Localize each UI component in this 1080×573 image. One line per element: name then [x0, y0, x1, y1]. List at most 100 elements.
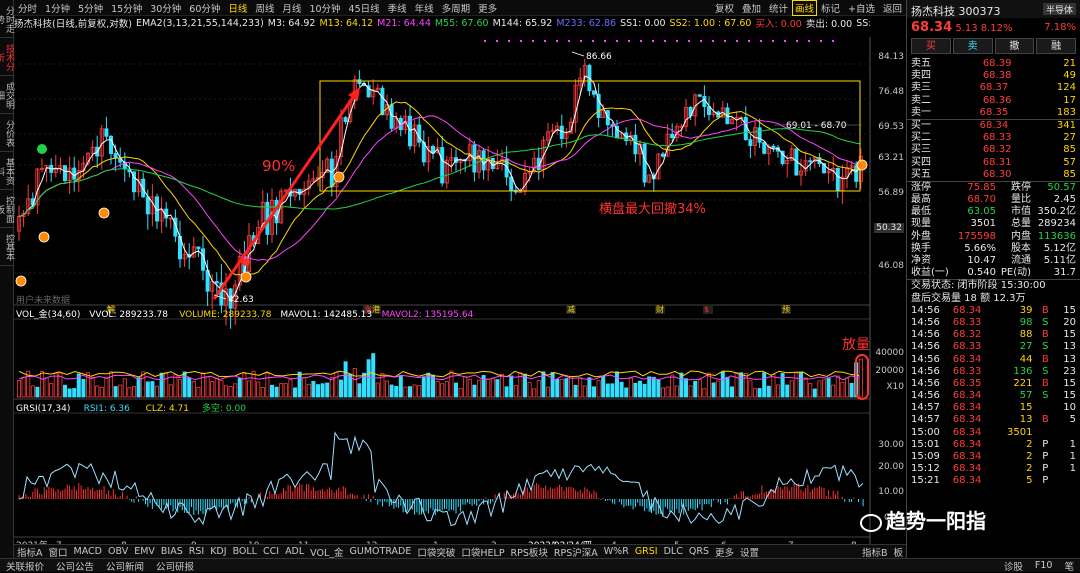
m55-value: M55: 67.60 [434, 17, 489, 29]
candle-body [642, 143, 647, 183]
tick-volume: 3501 [1007, 426, 1033, 438]
indicator-right-tab-0[interactable]: 指标B [859, 545, 891, 559]
indicator-tab-5[interactable]: BIAS [158, 546, 186, 557]
ask-row[interactable]: 卖一 68.35 183 [907, 107, 1080, 119]
indicator-tab-11[interactable]: VOL_金 [307, 545, 346, 559]
left-tab-1[interactable]: 技术分析 [0, 38, 14, 76]
indicator-tab-19[interactable]: DLC [661, 546, 686, 557]
status-right-2[interactable]: 笔 [1058, 559, 1080, 573]
volume-bar [182, 371, 187, 398]
price-tick: 84.13 [878, 52, 904, 62]
status-link-0[interactable]: 关联报价 [0, 559, 50, 573]
ask-row[interactable]: 卖五 68.39 21 [907, 58, 1080, 70]
toolbar-1[interactable]: 叠加 [738, 1, 765, 15]
stat-label: 现量 [911, 218, 931, 230]
volume-bar [817, 380, 822, 398]
status-link-3[interactable]: 公司研报 [150, 559, 200, 573]
book-volume: 85 [1063, 144, 1076, 156]
indicator-tab-12[interactable]: GUMOTRADE [347, 546, 415, 557]
ask-row[interactable]: 卖三 68.37 124 [907, 82, 1080, 94]
indicator-tab-1[interactable]: 窗口 [46, 545, 71, 559]
indicator-tab-21[interactable]: 更多 [712, 545, 737, 559]
indicator-tab-0[interactable]: 指标A [14, 545, 46, 559]
status-link-1[interactable]: 公司公告 [50, 559, 100, 573]
indicator-tab-8[interactable]: BOLL [230, 546, 260, 557]
bid-row[interactable]: 买二 68.33 27 [907, 132, 1080, 144]
volume-bar [150, 381, 155, 398]
left-tab-4[interactable]: 基本资料 [0, 152, 14, 190]
period-11[interactable]: 季线 [384, 1, 411, 15]
period-5[interactable]: 60分钟 [185, 1, 224, 15]
bid-row[interactable]: 买五 68.30 85 [907, 169, 1080, 181]
book-label: 买四 [911, 156, 931, 168]
indicator-tab-9[interactable]: CCI [260, 546, 282, 557]
left-tab-0[interactable]: 分时走势 [0, 0, 14, 38]
bid-row[interactable]: 买三 68.32 85 [907, 144, 1080, 156]
indicator-tab-7[interactable]: KDJ [207, 546, 229, 557]
indicator-tab-20[interactable]: QRS [686, 546, 712, 557]
ask-row[interactable]: 卖四 68.38 49 [907, 70, 1080, 82]
indicator-tab-16[interactable]: RPS沪深A [551, 545, 601, 559]
volume-bar [210, 381, 215, 398]
indicator-tab-6[interactable]: RSI [186, 546, 207, 557]
period-6[interactable]: 日线 [224, 1, 251, 15]
grsi-tick: 20.00 [878, 462, 904, 472]
indicator-tab-18[interactable]: GRSI [632, 546, 661, 557]
toolbar-3[interactable]: 画线 [791, 0, 817, 16]
period-7[interactable]: 周线 [251, 1, 278, 15]
period-8[interactable]: 月线 [278, 1, 305, 15]
toolbar-5[interactable]: +自选 [844, 1, 879, 15]
indicator-tab-13[interactable]: 口袋突破 [414, 545, 458, 559]
indicator-tab-17[interactable]: W%R [601, 546, 632, 557]
top-marker [688, 40, 690, 42]
status-right-1[interactable]: F10 [1029, 560, 1059, 571]
trade-status: 交易状态: 闭市阶段 15:30:00 [911, 280, 1046, 292]
left-tab-5[interactable]: 控制面板 [0, 190, 14, 228]
sector-tag[interactable]: 半导体 [1042, 3, 1076, 16]
left-tab-6[interactable]: 控基本 [0, 228, 14, 266]
indicator-tabs: 指标A 窗口 MACD OBV EMV BIAS RSI KDJ BOLL CCI ADL VOL_金… [14, 544, 906, 558]
left-tab-2[interactable]: 成交明细 [0, 76, 14, 114]
period-2[interactable]: 5分钟 [74, 1, 107, 15]
period-14[interactable]: 更多 [474, 1, 501, 15]
indicator-tab-10[interactable]: ADL [282, 546, 307, 557]
status-right-0[interactable]: 诊股 [998, 559, 1029, 573]
range-label: 69.01 - 68.70 [786, 121, 847, 131]
period-12[interactable]: 年线 [411, 1, 438, 15]
toolbar-4[interactable]: 标记 [817, 1, 844, 15]
sell-button[interactable]: 卖 [952, 38, 993, 54]
status-link-2[interactable]: 公司新闻 [100, 559, 150, 573]
volume-bar [619, 381, 624, 398]
bid-row[interactable]: 买一 68.34 341 [907, 120, 1080, 132]
period-4[interactable]: 30分钟 [146, 1, 185, 15]
toolbar-2[interactable]: 统计 [765, 1, 792, 15]
period-3[interactable]: 15分钟 [107, 1, 146, 15]
bid-row[interactable]: 买四 68.31 57 [907, 157, 1080, 169]
toolbar-0[interactable]: 复权 [711, 1, 738, 15]
indicator-tab-15[interactable]: RPS板块 [508, 545, 551, 559]
indicator-tab-22[interactable]: 设置 [737, 545, 762, 559]
period-1[interactable]: 1分钟 [41, 1, 74, 15]
ask-row[interactable]: 卖二 68.36 17 [907, 95, 1080, 107]
buy-button[interactable]: 买 [911, 38, 951, 54]
kline-chart[interactable]: 2021年789101112123456782022/02/24/四 90%横盘… [14, 30, 906, 558]
top-marker [496, 40, 498, 42]
left-tab-3[interactable]: 分价表 [0, 114, 14, 152]
volume-bar [127, 387, 132, 398]
period-13[interactable]: 多周期 [438, 1, 475, 15]
cancel-button[interactable]: 撤 [994, 38, 1035, 54]
toolbar-6[interactable]: 返回 [879, 1, 906, 15]
period-0[interactable]: 分时 [14, 1, 41, 15]
volume-bar [187, 377, 192, 398]
period-9[interactable]: 10分钟 [305, 1, 344, 15]
book-label: 卖四 [911, 70, 931, 82]
indicator-tab-14[interactable]: 口袋HELP [458, 545, 507, 559]
indicator-tab-2[interactable]: MACD [71, 546, 105, 557]
indicator-tab-4[interactable]: EMV [131, 546, 158, 557]
stat-label: 净资 [911, 255, 931, 266]
period-10[interactable]: 45日线 [345, 1, 384, 15]
indicator-tab-3[interactable]: OBV [105, 546, 131, 557]
tick-row: 14:56 68.35 221 B 15 [907, 378, 1080, 390]
indicator-right-tab-1[interactable]: 板 [890, 545, 906, 559]
margin-button[interactable]: 融 [1036, 38, 1076, 54]
